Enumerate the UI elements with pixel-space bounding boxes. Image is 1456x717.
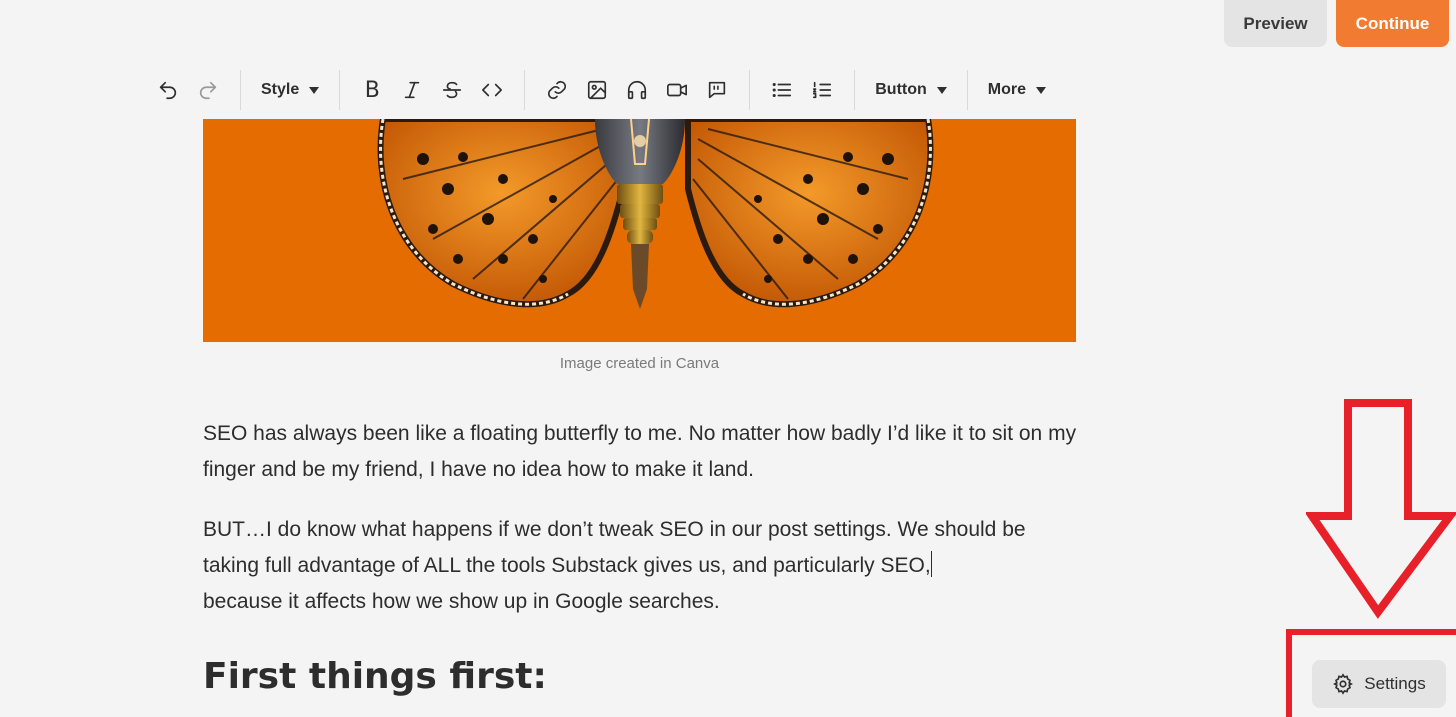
numbered-list-button[interactable] (802, 70, 842, 110)
style-dropdown-label: Style (261, 81, 300, 98)
redo-button[interactable] (188, 70, 228, 110)
video-icon (667, 83, 688, 97)
text-cursor (930, 551, 932, 577)
image-caption[interactable]: Image created in Canva (203, 355, 1076, 372)
style-dropdown[interactable]: Style (253, 70, 327, 110)
annotation-arrow-down-icon (1306, 399, 1456, 619)
more-dropdown[interactable]: More (980, 70, 1054, 110)
caret-down-icon (1036, 86, 1047, 94)
continue-button[interactable]: Continue (1336, 0, 1449, 47)
strikethrough-button[interactable] (432, 70, 472, 110)
bulleted-list-button[interactable] (762, 70, 802, 110)
post-paragraph[interactable]: SEO has always been like a floating butt… (203, 416, 1083, 488)
numbered-list-icon (813, 81, 832, 99)
bulleted-list-icon (772, 82, 792, 98)
link-button[interactable] (537, 70, 577, 110)
italic-icon (405, 81, 420, 99)
post-paragraph[interactable]: BUT…I do know what happens if we don’t t… (203, 512, 1083, 620)
code-button[interactable] (472, 70, 512, 110)
gear-icon (1333, 673, 1354, 695)
post-hero-image[interactable] (203, 119, 1076, 342)
strikethrough-icon (443, 81, 462, 99)
settings-label: Settings (1364, 674, 1426, 693)
quote-button[interactable] (697, 70, 737, 110)
toolbar-divider (240, 70, 241, 110)
preview-button[interactable]: Preview (1224, 0, 1327, 47)
editor-toolbar: Style B Button More (148, 68, 1054, 112)
butterfly-lightbulb-illustration (203, 119, 1076, 342)
toolbar-divider (966, 70, 968, 110)
caret-down-icon (936, 86, 947, 94)
toolbar-divider (749, 70, 751, 110)
bold-icon: B (364, 77, 380, 103)
post-paragraph-line: because it affects how we show up in Goo… (203, 590, 720, 613)
more-dropdown-label: More (987, 81, 1027, 98)
button-dropdown-label: Button (875, 81, 927, 98)
audio-icon (628, 81, 647, 100)
post-heading[interactable]: First things first: (203, 656, 547, 697)
link-icon (548, 80, 567, 100)
code-icon (482, 83, 503, 97)
settings-button[interactable]: Settings (1312, 660, 1446, 708)
toolbar-divider (524, 70, 526, 110)
audio-button[interactable] (617, 70, 657, 110)
toolbar-divider (339, 70, 341, 110)
image-button[interactable] (577, 70, 617, 110)
undo-icon (159, 81, 177, 100)
post-paragraph-line: BUT…I do know what happens if we don’t t… (203, 518, 1026, 577)
bold-button[interactable]: B (352, 70, 392, 110)
italic-button[interactable] (392, 70, 432, 110)
toolbar-divider (854, 70, 856, 110)
redo-icon (199, 81, 217, 100)
quote-icon (709, 81, 726, 99)
caret-down-icon (309, 86, 320, 94)
button-dropdown[interactable]: Button (867, 70, 955, 110)
undo-button[interactable] (148, 70, 188, 110)
video-button[interactable] (657, 70, 697, 110)
image-icon (588, 80, 607, 100)
